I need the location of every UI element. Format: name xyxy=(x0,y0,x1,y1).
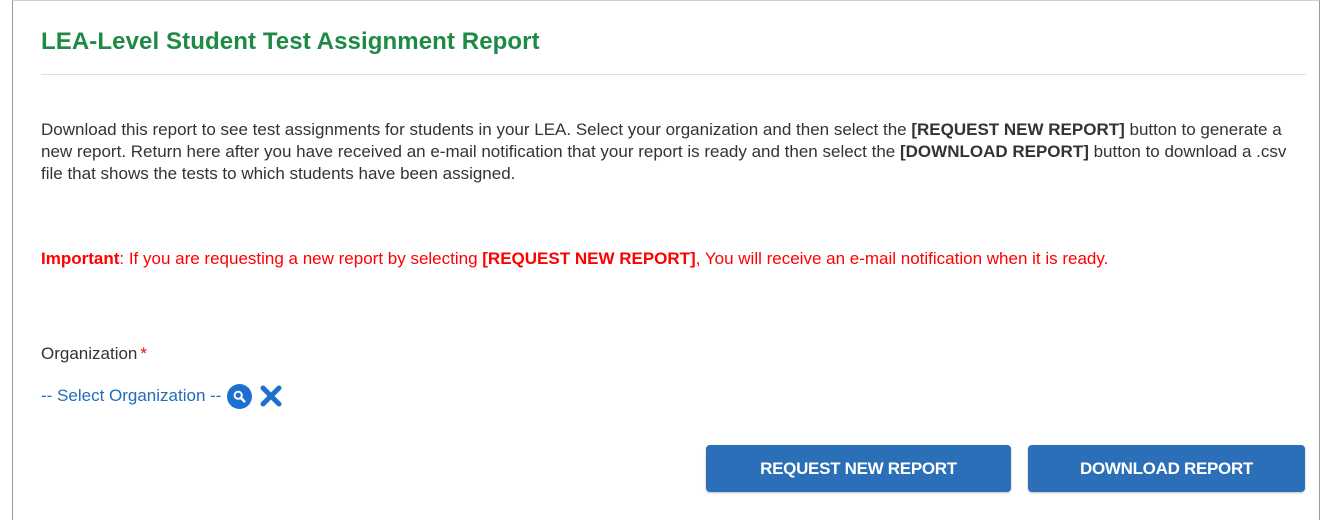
title-divider xyxy=(41,74,1306,75)
important-label: Important xyxy=(41,249,120,268)
description-text: Download this report to see test assignm… xyxy=(41,119,1303,185)
close-icon[interactable] xyxy=(258,383,284,409)
description-request-bold: [REQUEST NEW REPORT] xyxy=(911,120,1125,139)
search-icon[interactable] xyxy=(227,383,253,409)
close-glyph xyxy=(260,385,282,407)
description-part-1: Download this report to see test assignm… xyxy=(41,120,912,139)
organization-selector: -- Select Organization -- xyxy=(41,381,284,411)
search-glyph xyxy=(234,390,247,403)
required-marker: * xyxy=(140,344,148,363)
select-organization-link[interactable]: -- Select Organization -- xyxy=(41,386,221,406)
important-part-2: , You will receive an e-mail notificatio… xyxy=(695,249,1109,268)
organization-label-text: Organization xyxy=(41,344,138,363)
important-notice: Important: If you are requesting a new r… xyxy=(41,245,1306,272)
report-panel: LEA-Level Student Test Assignment Report… xyxy=(12,0,1320,520)
important-part-1: : If you are requesting a new report by … xyxy=(119,249,483,268)
page-title: LEA-Level Student Test Assignment Report xyxy=(41,28,540,55)
organization-label: Organization * xyxy=(41,344,147,364)
request-new-report-button[interactable]: REQUEST NEW REPORT xyxy=(706,445,1011,492)
important-request-bold: [REQUEST NEW REPORT] xyxy=(482,249,696,268)
download-report-button[interactable]: DOWNLOAD REPORT xyxy=(1028,445,1305,492)
description-download-bold: [DOWNLOAD REPORT] xyxy=(899,142,1089,161)
